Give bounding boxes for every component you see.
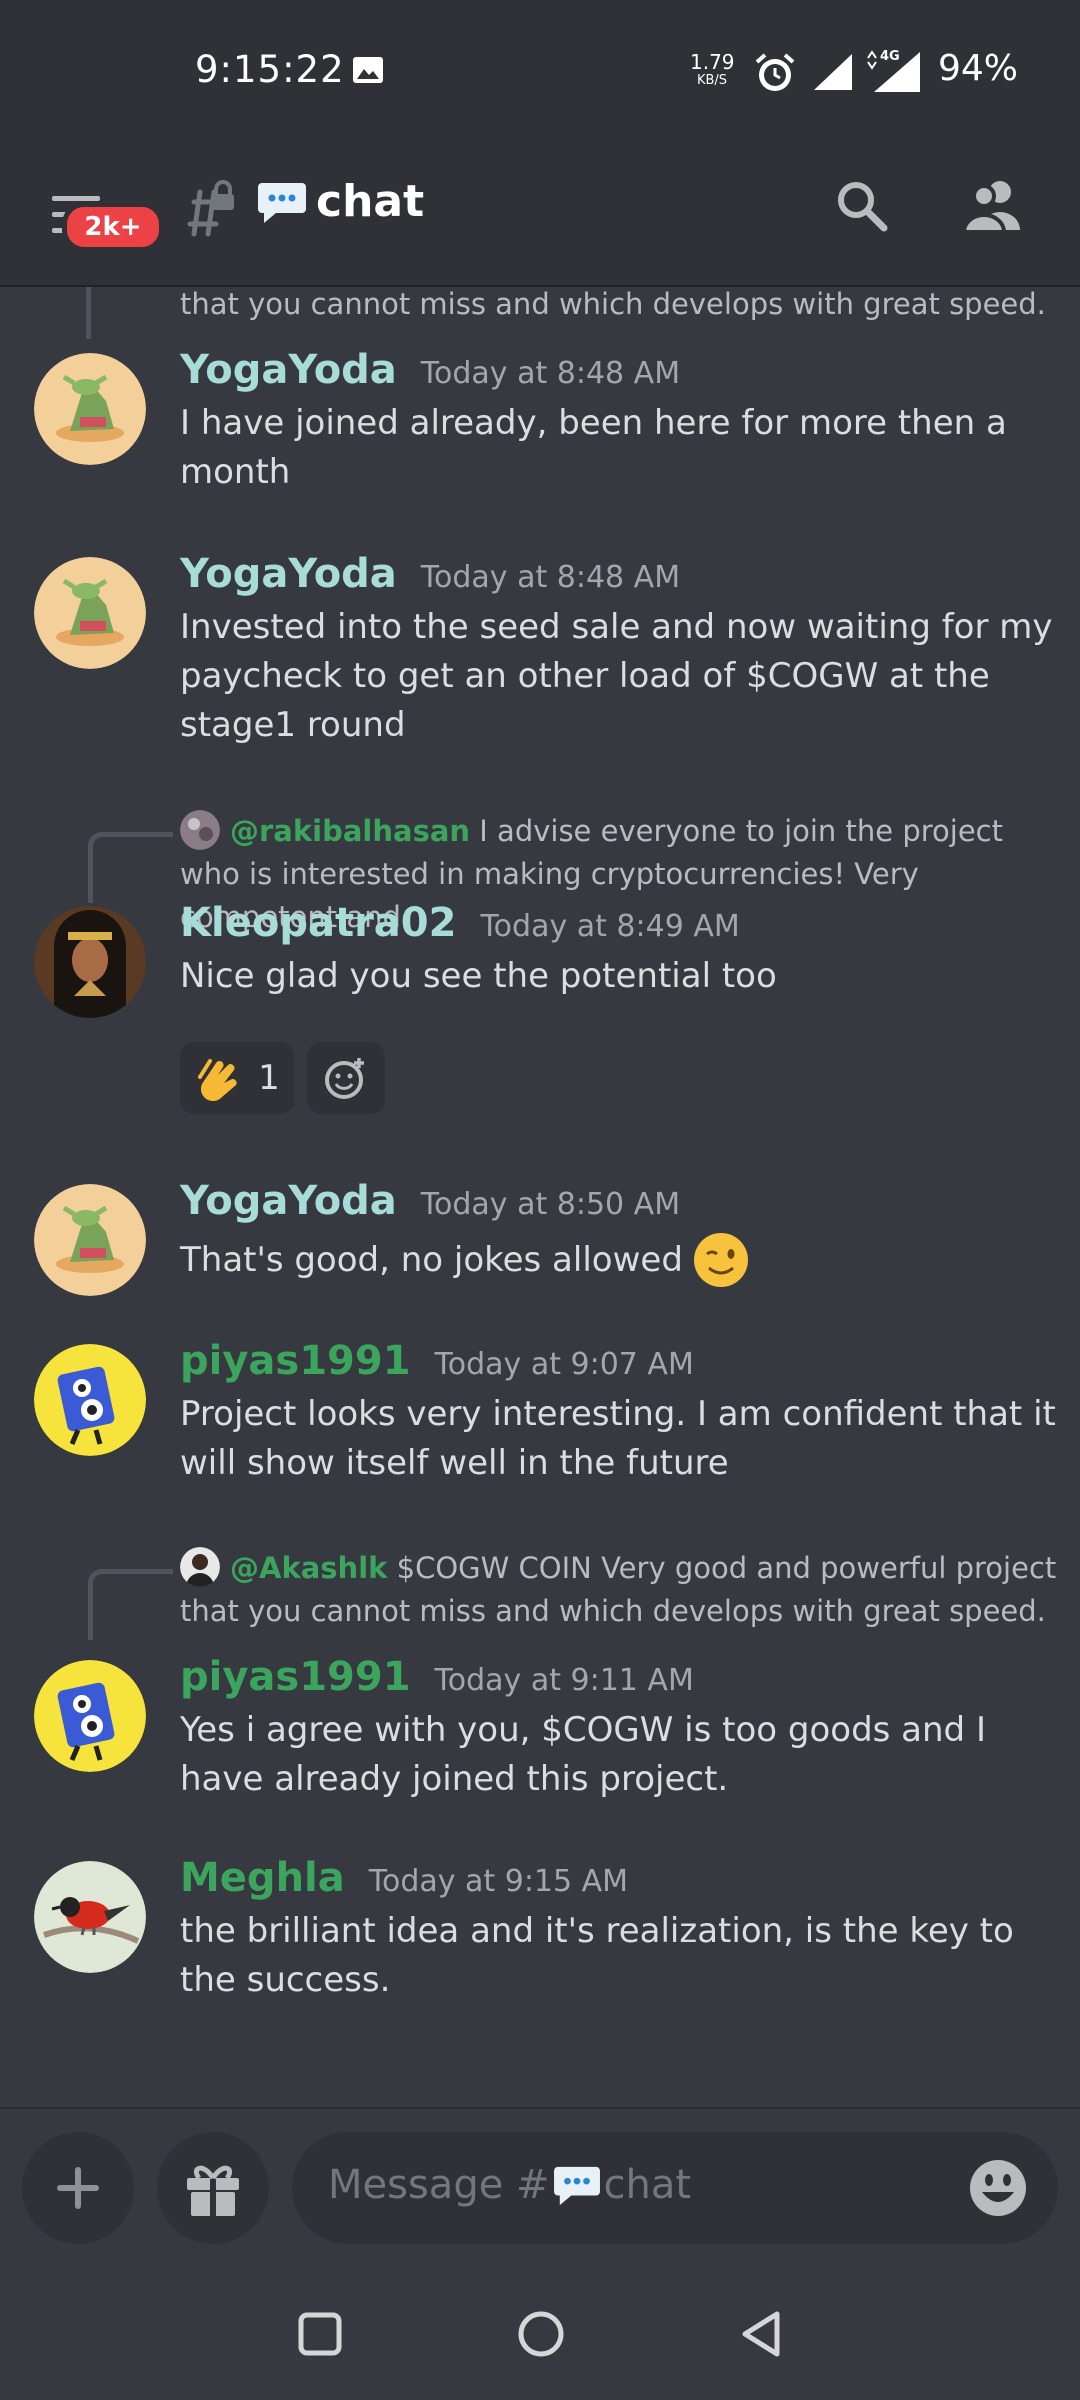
winking-face-icon	[693, 1233, 748, 1287]
reaction-button[interactable]: 1	[180, 1042, 294, 1114]
net-speed: 1.79 KB/S	[690, 50, 735, 88]
alarm-icon	[755, 53, 795, 91]
speech-balloon-icon	[553, 2166, 600, 2206]
avatar[interactable]	[34, 557, 146, 669]
emoji-icon[interactable]	[968, 2158, 1028, 2218]
locked-channel-icon	[187, 180, 234, 237]
message-text-row: That's good, no jokes allowed	[180, 1230, 1060, 1290]
status-time: 9:15:22	[195, 48, 345, 91]
gift-button[interactable]	[157, 2132, 269, 2244]
message-author[interactable]: Kleopatra02 Today at 8:49 AM	[180, 900, 740, 946]
unread-badge: 2k+	[62, 202, 164, 252]
gift-icon	[187, 2165, 239, 2216]
svg-text:4G: 4G	[880, 49, 900, 64]
message-timestamp: Today at 8:48 AM	[420, 356, 681, 391]
message-timestamp: Today at 8:50 AM	[420, 1187, 681, 1222]
plus-icon	[57, 2167, 99, 2209]
message-list[interactable]: that you cannot miss and which develops …	[0, 287, 1080, 2105]
channel-title: chat	[256, 176, 424, 227]
reply-connector	[88, 1569, 173, 1640]
message-text: Project looks very interesting. I am con…	[180, 1394, 1056, 1483]
home-icon[interactable]	[516, 2309, 566, 2359]
system-nav-bar	[0, 2267, 1080, 2400]
message-timestamp: Today at 9:11 AM	[434, 1663, 694, 1698]
avatar[interactable]	[34, 906, 146, 1018]
message-text: Nice glad you see the potential too	[180, 956, 777, 996]
clapping-hands-icon	[198, 1059, 237, 1102]
signal-icon	[814, 54, 852, 90]
back-icon[interactable]	[737, 2309, 787, 2359]
reply-mention[interactable]: @Akashlk	[230, 1551, 387, 1585]
avatar	[180, 810, 220, 850]
reply-preview[interactable]: that you cannot miss and which develops …	[180, 287, 1060, 326]
attach-button[interactable]	[22, 2132, 134, 2244]
message-timestamp: Today at 9:07 AM	[434, 1347, 694, 1382]
avatar[interactable]	[34, 1660, 146, 1772]
message-timestamp: Today at 8:49 AM	[480, 909, 740, 944]
message-author[interactable]: YogaYoda Today at 8:50 AM	[180, 1178, 680, 1224]
speech-balloon-icon	[258, 182, 306, 223]
reply-preview[interactable]: @Akashlk $COGW COIN Very good and powerf…	[180, 1547, 1060, 1633]
message-timestamp: Today at 8:48 AM	[420, 560, 681, 595]
message-input[interactable]: Message # chat	[292, 2132, 1058, 2244]
avatar[interactable]	[34, 1861, 146, 1973]
channel-name-text: chat	[316, 176, 425, 227]
recents-icon[interactable]	[297, 2311, 343, 2357]
reply-connector	[88, 832, 173, 903]
message-text: the brilliant idea and it's realization,…	[180, 1911, 1014, 2000]
avatar	[180, 1547, 220, 1587]
avatar[interactable]	[34, 1184, 146, 1296]
reply-mention[interactable]: @rakibalhasan	[230, 814, 470, 848]
add-reaction-button[interactable]	[307, 1042, 385, 1114]
message-author[interactable]: piyas1991 Today at 9:07 AM	[180, 1338, 694, 1384]
battery-level: 94%	[938, 48, 1019, 89]
avatar[interactable]	[34, 353, 146, 465]
avatar[interactable]	[34, 1344, 146, 1456]
reaction-count: 1	[258, 1058, 280, 1098]
message-author[interactable]: piyas1991 Today at 9:11 AM	[180, 1654, 694, 1700]
message-timestamp: Today at 9:15 AM	[368, 1864, 629, 1899]
message-text: That's good, no jokes allowed	[180, 1239, 683, 1280]
reply-connector	[86, 287, 91, 339]
add-reaction-icon	[325, 1058, 364, 1099]
message-composer: Message # chat	[0, 2107, 1080, 2269]
search-icon[interactable]	[832, 176, 892, 236]
status-bar: 9:15:22 1.79 KB/S 4G 94%	[0, 0, 1080, 140]
message-author[interactable]: Meghla Today at 9:15 AM	[180, 1855, 628, 1901]
message-author[interactable]: YogaYoda Today at 8:48 AM	[180, 551, 680, 597]
message-text: Yes i agree with you, $COGW is too goods…	[180, 1710, 986, 1799]
gallery-notification-icon	[353, 57, 383, 83]
message-text: Invested into the seed sale and now wait…	[180, 607, 1053, 745]
members-icon[interactable]	[960, 176, 1026, 236]
message-author[interactable]: YogaYoda Today at 8:48 AM	[180, 347, 680, 393]
signal-4g-icon: 4G	[867, 49, 920, 92]
message-text: I have joined already, been here for mor…	[180, 403, 1007, 492]
message-placeholder: Message # chat	[328, 2162, 692, 2208]
channel-header: 2k+ chat	[0, 140, 1080, 287]
